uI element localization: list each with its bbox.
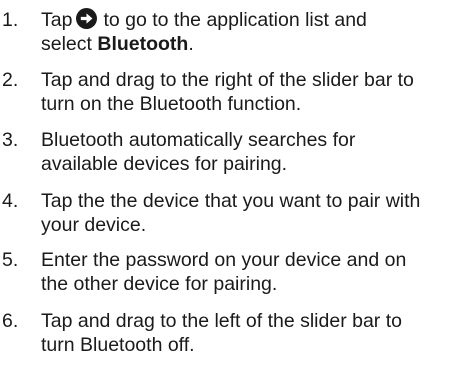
step-line: Enter the password on your device and on xyxy=(41,249,407,271)
step-line: Tap the the device that you want to pair… xyxy=(41,190,421,212)
step-number: 1. xyxy=(2,9,19,31)
step-line: your device. xyxy=(41,214,147,236)
step-2: 2. Tap and drag to the right of the slid… xyxy=(0,68,462,116)
step-text: Enter the password on your device and on… xyxy=(41,248,461,296)
step-text-fragment: select xyxy=(41,33,98,55)
step-line: turn on the Bluetooth function. xyxy=(41,93,302,115)
step-text: Tap and drag to the right of the slider … xyxy=(41,68,461,116)
step-number: 5. xyxy=(2,249,19,271)
step-3: 3. Bluetooth automatically searches for … xyxy=(0,128,462,176)
step-number: 4. xyxy=(2,190,19,212)
step-text-fragment: . xyxy=(188,33,194,55)
step-text: Tap and drag to the left of the slider b… xyxy=(41,309,461,357)
step-line: Bluetooth automatically searches for xyxy=(41,129,356,151)
step-text-fragment: to go to the application list and xyxy=(103,9,367,31)
step-number: 3. xyxy=(2,129,19,151)
step-line: turn Bluetooth off. xyxy=(41,334,195,356)
step-line: available devices for pairing. xyxy=(41,153,288,175)
step-text: Tap the the device that you want to pair… xyxy=(41,189,461,237)
step-6: 6. Tap and drag to the left of the slide… xyxy=(0,309,462,357)
step-text: Tap to go to the application list and sel… xyxy=(41,8,461,56)
step-line: select Bluetooth. xyxy=(41,32,461,56)
step-line: Tap to go to the application list and xyxy=(41,8,461,32)
step-5: 5. Enter the password on your device and… xyxy=(0,248,462,296)
step-number: 2. xyxy=(2,69,19,91)
step-number: 6. xyxy=(2,310,19,332)
step-line: Tap and drag to the right of the slider … xyxy=(41,69,414,91)
step-4: 4. Tap the the device that you want to p… xyxy=(0,189,462,237)
arrow-right-circle-icon xyxy=(76,8,98,29)
step-line: Tap and drag to the left of the slider b… xyxy=(41,310,402,332)
step-1: 1. Tap to go to the application list and … xyxy=(0,8,462,56)
step-line: the other device for pairing. xyxy=(41,273,278,295)
step-text-fragment: Tap xyxy=(41,9,73,31)
step-text: Bluetooth automatically searches for ava… xyxy=(41,128,461,176)
bluetooth-label: Bluetooth xyxy=(97,33,189,55)
